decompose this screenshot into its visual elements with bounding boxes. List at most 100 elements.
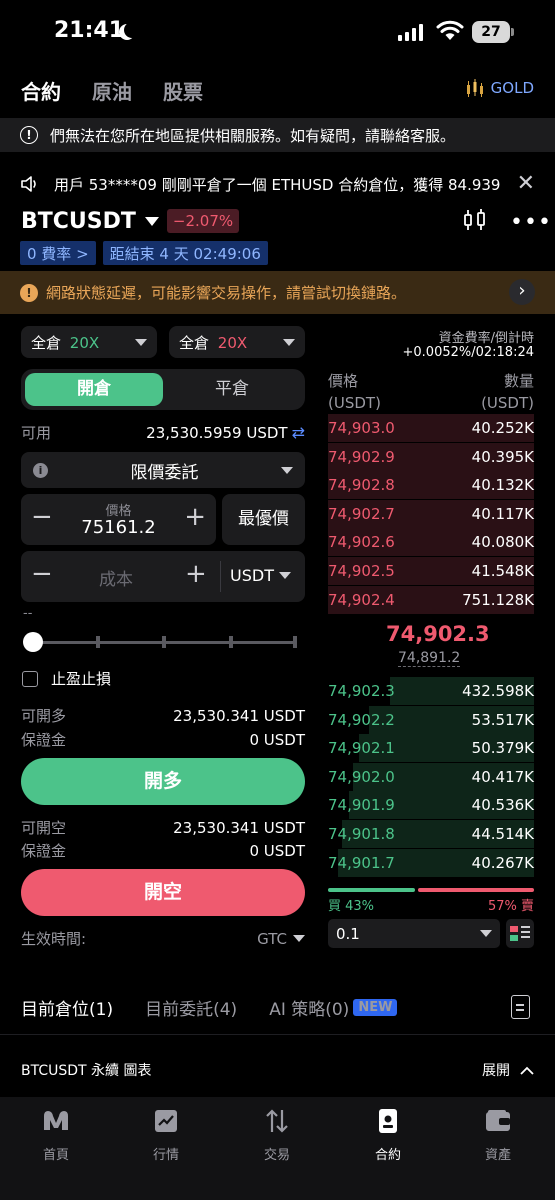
- bid-price: 74,902.2: [328, 710, 395, 729]
- tp-sl-toggle[interactable]: 止盈止損: [22, 668, 111, 689]
- leverage-value: 20X: [217, 333, 248, 352]
- caret-down-icon: [144, 216, 159, 226]
- increase-cost-button[interactable]: +: [185, 559, 207, 589]
- mark-price: 74,891.2: [398, 650, 461, 667]
- time-in-force: 生效時間: GTC: [21, 928, 305, 949]
- chart-section-header[interactable]: BTCUSDT 永續 圖表 展開: [21, 1060, 534, 1080]
- position-tabs: 目前倉位(1) 目前委託(4) AI 策略(0) NEW: [21, 994, 398, 1020]
- nav-home[interactable]: 首頁: [26, 1108, 86, 1163]
- candlestick-gold-icon: [466, 79, 483, 97]
- cost-unit-selector[interactable]: USDT: [230, 566, 291, 585]
- candlestick-chart-icon[interactable]: [463, 209, 487, 231]
- expand-chart-button[interactable]: 展開: [482, 1060, 534, 1080]
- open-long-button[interactable]: 開多: [21, 758, 305, 805]
- chevron-right-icon[interactable]: ›: [509, 279, 535, 305]
- ask-quantity: 40.080K: [471, 533, 534, 552]
- increase-price-button[interactable]: +: [184, 502, 206, 532]
- transfer-icon[interactable]: ⇄: [292, 423, 305, 442]
- nav-assets-label: 資產: [484, 1148, 511, 1163]
- leverage-selector-long[interactable]: 全倉 20X: [21, 326, 157, 358]
- symbol-selector[interactable]: BTCUSDT −2.07%: [21, 206, 240, 236]
- buy-ratio-label: 買 43%: [328, 899, 375, 914]
- margin-mode: 全倉: [179, 333, 210, 352]
- long-max-open: 可開多 23,530.341 USDT: [21, 705, 305, 726]
- time-in-force-selector[interactable]: GTC: [257, 930, 305, 948]
- bid-row[interactable]: 74,902.1 50.379K: [328, 734, 534, 763]
- gold-label: GOLD: [490, 79, 534, 97]
- status-bar: 21:41 27: [0, 0, 555, 66]
- position-size-slider[interactable]: [23, 632, 299, 652]
- leverage-value: 20X: [69, 333, 100, 352]
- funding-countdown: 距結束 4 天 02:49:06: [102, 241, 268, 265]
- gold-button[interactable]: GOLD: [465, 78, 534, 98]
- decrease-cost-button[interactable]: −: [31, 559, 53, 589]
- tab-stocks[interactable]: 股票: [163, 76, 203, 105]
- price-change-badge: −2.07%: [166, 209, 240, 233]
- order-type-selector[interactable]: i 限價委託: [21, 452, 305, 488]
- slider-tick: [96, 636, 100, 648]
- quantity-header-unit: (USDT): [481, 394, 534, 412]
- bid-price: 74,902.1: [328, 739, 395, 758]
- nav-contract-label: 合約: [374, 1148, 401, 1163]
- tab-close-position[interactable]: 平倉: [163, 373, 301, 406]
- nav-markets[interactable]: 行情: [136, 1108, 196, 1163]
- ask-row[interactable]: 74,902.4 751.128K: [328, 585, 534, 614]
- orderbook-layout-icon[interactable]: [506, 919, 534, 948]
- cost-unit: USDT: [230, 566, 274, 585]
- margin-mode: 全倉: [31, 333, 62, 352]
- tp-sl-label: 止盈止損: [51, 670, 112, 688]
- bid-quantity: 40.536K: [471, 796, 534, 815]
- battery-icon: 27: [472, 21, 510, 43]
- nav-assets[interactable]: 資產: [468, 1108, 528, 1163]
- tab-ai-strategy[interactable]: AI 策略(0) NEW: [269, 995, 398, 1020]
- region-notice: ! 們無法在您所在地區提供相關服務。如有疑問，請聯絡客服。: [0, 118, 555, 152]
- checkbox[interactable]: [22, 670, 38, 687]
- bid-quantity: 432.598K: [462, 682, 534, 700]
- caret-down-icon: [281, 466, 293, 474]
- time-in-force-value: GTC: [257, 929, 287, 948]
- document-icon[interactable]: [511, 995, 530, 1019]
- bid-quantity: 50.379K: [471, 739, 534, 758]
- ask-row[interactable]: 74,902.8 40.132K: [328, 471, 534, 500]
- time-in-force-label: 生效時間:: [21, 930, 87, 948]
- ticker-text: 用戶 53****09 剛剛平倉了一個 ETHUSD 合約倉位，獲得 84.93…: [54, 175, 501, 194]
- ask-row[interactable]: 74,902.5 41.548K: [328, 557, 534, 585]
- leverage-selector-short[interactable]: 全倉 20X: [169, 326, 305, 358]
- bid-row[interactable]: 74,901.9 40.536K: [328, 791, 534, 820]
- ask-row[interactable]: 74,903.0 40.252K: [328, 414, 534, 442]
- expand-label: 展開: [482, 1063, 510, 1079]
- ask-row[interactable]: 74,902.6 40.080K: [328, 528, 534, 557]
- bid-row[interactable]: 74,901.7 40.267K: [328, 848, 534, 877]
- nav-trade[interactable]: 交易: [247, 1108, 307, 1163]
- tab-contract[interactable]: 合約: [21, 76, 61, 105]
- bid-row[interactable]: 74,901.8 44.514K: [328, 820, 534, 848]
- wallet-icon: [486, 1110, 510, 1131]
- ask-row[interactable]: 74,902.7 40.117K: [328, 499, 534, 528]
- cost-stepper: − 成本 + USDT: [21, 551, 305, 602]
- bid-row[interactable]: 74,902.0 40.417K: [328, 762, 534, 791]
- cost-input[interactable]: 成本: [61, 565, 171, 590]
- bid-price: 74,901.9: [328, 796, 395, 815]
- best-price-button[interactable]: 最優價: [222, 494, 305, 545]
- bid-row[interactable]: 74,902.2 53.517K: [328, 705, 534, 734]
- tab-crude-oil[interactable]: 原油: [92, 76, 132, 105]
- tab-current-positions[interactable]: 目前倉位(1): [21, 995, 113, 1020]
- ask-quantity: 40.252K: [471, 419, 534, 437]
- bid-quantity: 44.514K: [471, 825, 534, 843]
- bid-row[interactable]: 74,902.3 432.598K: [328, 677, 534, 705]
- slider-tick: [162, 636, 166, 648]
- sell-ratio-fill: [418, 888, 534, 892]
- info-icon[interactable]: i: [33, 462, 48, 478]
- tab-open-position[interactable]: 開倉: [25, 373, 163, 406]
- open-short-button[interactable]: 開空: [21, 869, 305, 916]
- close-icon[interactable]: ✕: [517, 171, 535, 196]
- ask-row[interactable]: 74,902.9 40.395K: [328, 442, 534, 471]
- depth-precision-selector[interactable]: 0.1: [328, 919, 500, 948]
- slider-handle[interactable]: [23, 632, 43, 652]
- bid-price: 74,901.7: [328, 853, 395, 872]
- more-options-icon[interactable]: •••: [510, 210, 552, 235]
- funding-rate-link[interactable]: 0 費率 >: [20, 241, 96, 265]
- network-warning: ! 網路狀態延遲，可能影響交易操作，請嘗試切換鏈路。: [0, 271, 555, 314]
- tab-current-orders[interactable]: 目前委託(4): [145, 995, 237, 1020]
- nav-contract[interactable]: 合約: [358, 1108, 418, 1163]
